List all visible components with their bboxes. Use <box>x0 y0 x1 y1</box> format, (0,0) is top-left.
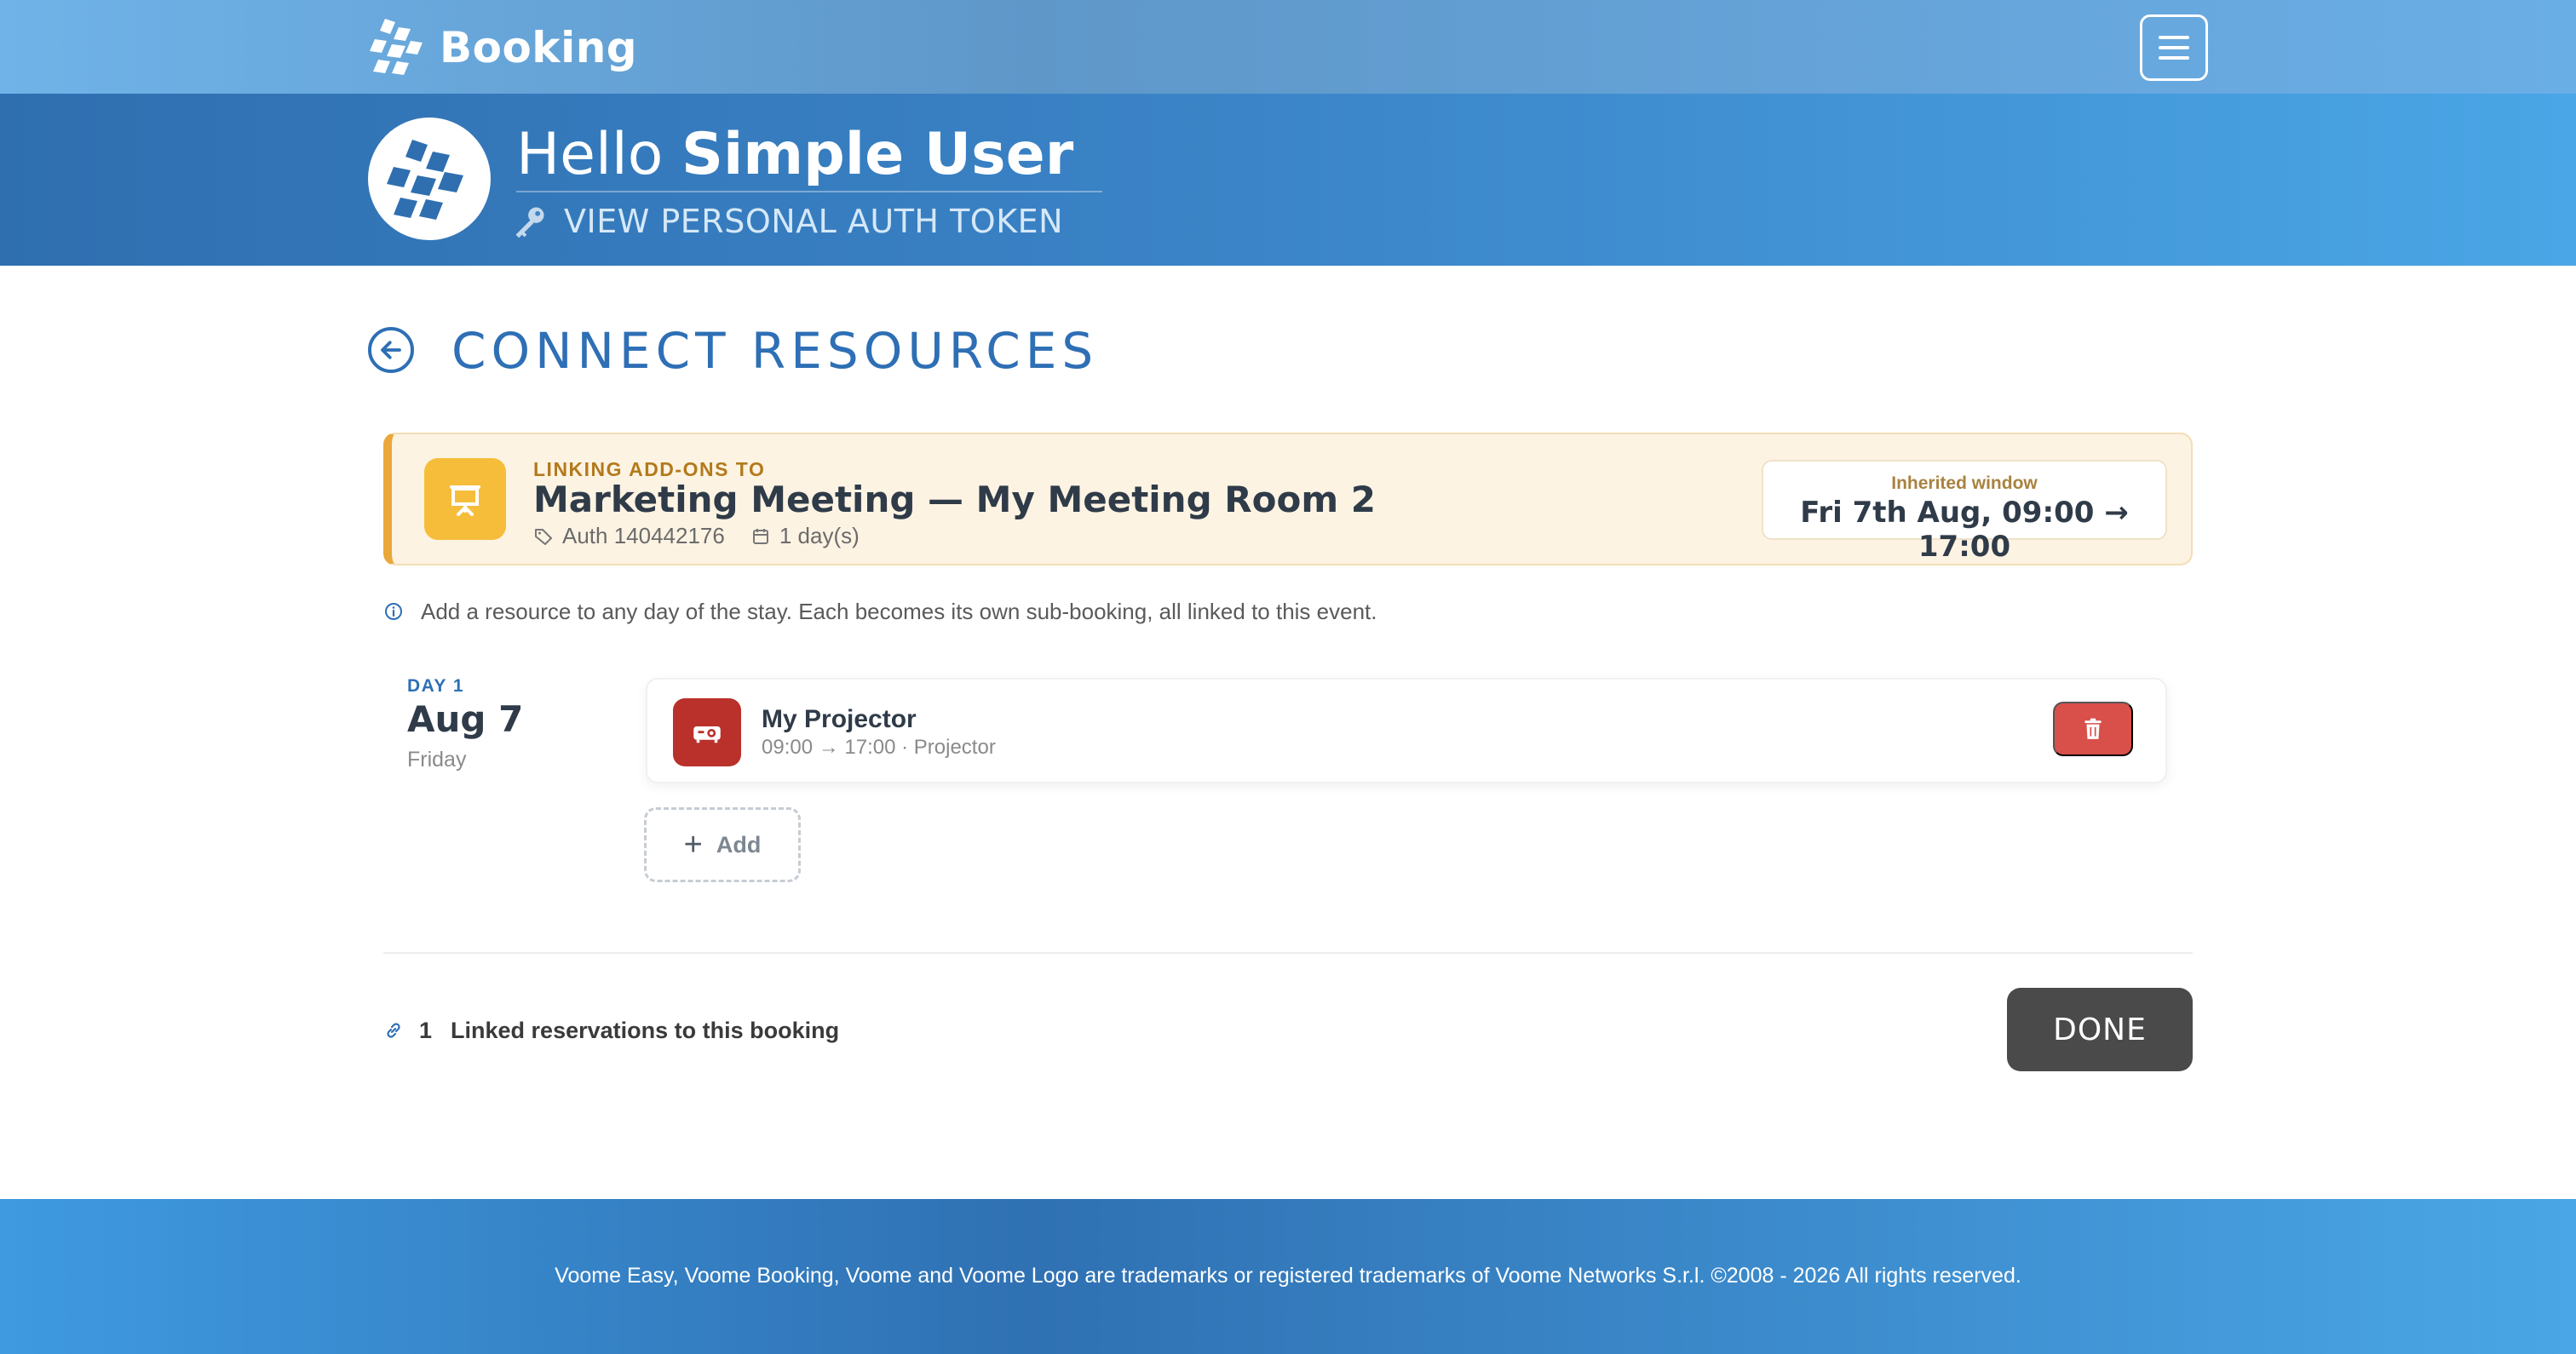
resource-details: 09:00 → 17:00 · Projector <box>762 736 996 759</box>
brand-link[interactable]: Booking <box>366 15 637 80</box>
avatar <box>368 118 491 240</box>
tag-icon <box>535 528 552 545</box>
info-icon <box>385 603 402 620</box>
greeting-heading: Hello Simple User <box>516 119 1103 192</box>
resource-card: My Projector 09:00 → 17:00 · Projector <box>646 678 2167 783</box>
user-name: Simple User <box>681 121 1074 188</box>
voome-logo-icon <box>370 19 423 75</box>
linked-reservations: 1 Linked reservations to this booking <box>383 1013 839 1047</box>
token-link-label: VIEW PERSONAL AUTH TOKEN <box>564 203 1064 240</box>
top-navbar: Booking <box>0 0 2576 94</box>
auth-number: Auth 140442176 <box>562 523 725 548</box>
brand-name: Booking <box>440 23 638 72</box>
delete-resource-button[interactable] <box>2053 702 2133 756</box>
plus-icon: + <box>683 827 703 863</box>
linking-card: LINKING ADD-ONS TO Marketing Meeting — M… <box>383 433 2193 565</box>
key-icon <box>515 207 544 238</box>
hamburger-icon <box>2159 36 2189 39</box>
footer-copyright: Voome Easy, Voome Booking, Voome and Voo… <box>555 1264 2021 1288</box>
card-kicker: LINKING ADD-ONS TO <box>533 458 766 480</box>
info-hint: Add a resource to any day of the stay. E… <box>383 596 1377 627</box>
linked-count: 1 <box>419 1017 433 1043</box>
menu-button[interactable] <box>2140 14 2208 81</box>
days-count: 1 day(s) <box>779 523 860 548</box>
add-label: Add <box>716 831 762 858</box>
presentation-icon <box>424 458 506 540</box>
divider <box>383 952 2193 954</box>
auth-info: Auth 140442176 <box>533 523 725 549</box>
day-weekday: Friday <box>407 748 467 772</box>
hamburger-icon <box>2159 56 2189 60</box>
projector-icon <box>673 698 741 766</box>
greeting-text: Hello <box>516 121 664 188</box>
resource-name: My Projector <box>762 705 917 733</box>
done-button[interactable]: DONE <box>2007 988 2193 1071</box>
hamburger-icon <box>2159 46 2189 49</box>
view-auth-token-link[interactable]: VIEW PERSONAL AUTH TOKEN <box>511 199 1063 244</box>
trash-icon <box>2084 718 2102 739</box>
voome-logo-icon <box>387 140 463 220</box>
booking-title: Marketing Meeting — My Meeting Room 2 <box>533 479 1376 520</box>
link-icon <box>387 1023 400 1038</box>
booking-meta: Auth 140442176 1 day(s) <box>533 523 860 549</box>
back-button[interactable] <box>368 327 414 373</box>
info-text: Add a resource to any day of the stay. E… <box>421 598 1377 624</box>
linked-label: Linked reservations to this booking <box>451 1017 840 1043</box>
page-title: CONNECT RESOURCES <box>451 322 1099 380</box>
inherited-window: Inherited window Fri 7th Aug, 09:00 → 17… <box>1762 460 2167 564</box>
arrow-left-icon <box>381 341 401 359</box>
user-hero: Hello Simple User VIEW PERSONAL AUTH TOK… <box>0 94 2576 266</box>
add-resource-button[interactable]: + Add <box>644 807 801 882</box>
day-date: Aug 7 <box>407 698 524 740</box>
page-footer: Voome Easy, Voome Booking, Voome and Voo… <box>0 1199 2576 1354</box>
inherited-window-value: Fri 7th Aug, 09:00 → 17:00 <box>1800 496 2129 564</box>
inherited-window-label: Inherited window <box>1891 473 2038 493</box>
day-label: DAY 1 <box>407 676 465 696</box>
calendar-icon <box>752 528 768 544</box>
days-info: 1 day(s) <box>750 523 860 549</box>
